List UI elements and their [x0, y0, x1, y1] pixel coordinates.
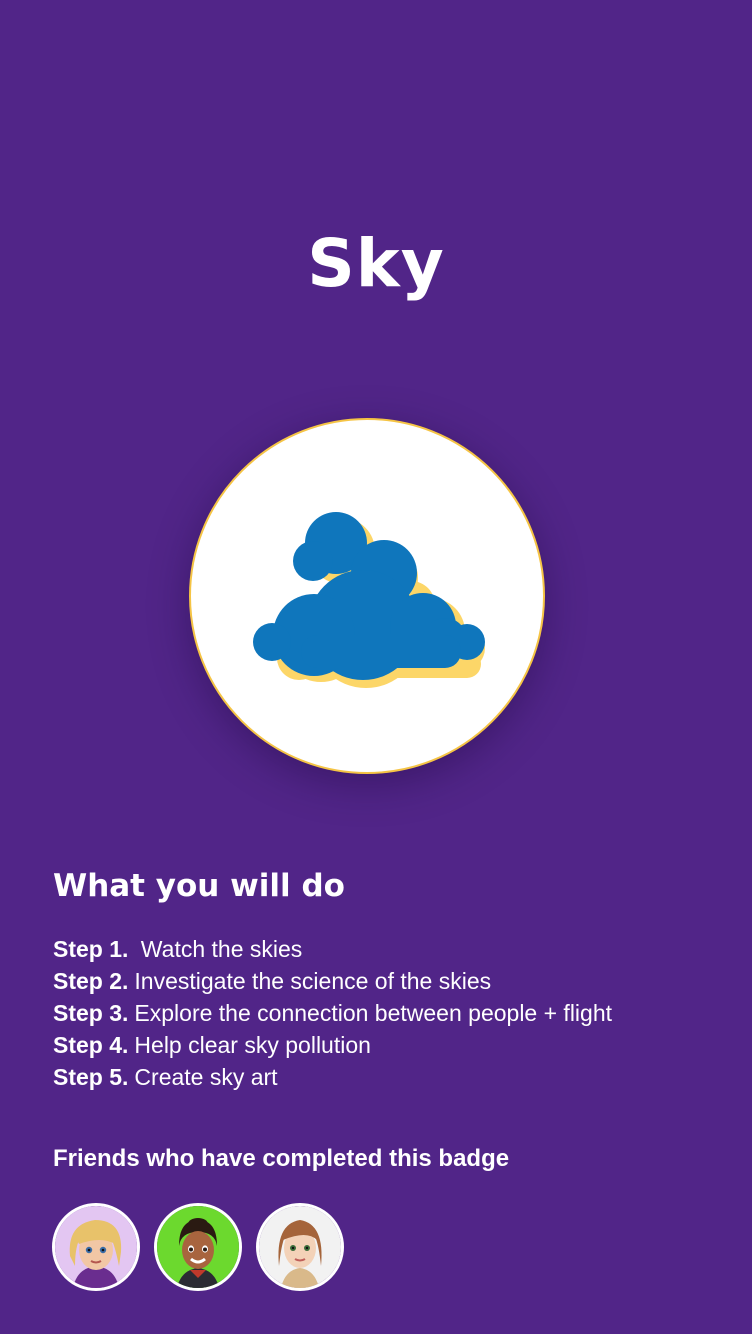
step-label: Step 5.	[53, 1064, 129, 1090]
step-item: Step 2. Investigate the science of the sk…	[53, 965, 612, 997]
friends-avatar-row	[52, 1203, 344, 1291]
steps-list: Step 1. Watch the skies Step 2. Investiga…	[53, 933, 612, 1093]
auburn-hair-girl-avatar-icon	[259, 1206, 341, 1288]
step-item: Step 3. Explore the connection between pe…	[53, 997, 612, 1029]
step-label: Step 4.	[53, 1032, 129, 1058]
step-text: Help clear sky pollution	[134, 1032, 371, 1058]
step-item: Step 5. Create sky art	[53, 1061, 612, 1093]
friend-avatar[interactable]	[154, 1203, 242, 1291]
step-label: Step 1.	[53, 936, 129, 962]
badge-emblem	[189, 418, 545, 774]
step-text: Watch the skies	[134, 936, 303, 962]
friend-avatar[interactable]	[52, 1203, 140, 1291]
step-item: Step 4. Help clear sky pollution	[53, 1029, 612, 1061]
blonde-girl-avatar-icon	[55, 1206, 137, 1288]
friends-heading: Friends who have completed this badge	[53, 1145, 510, 1172]
step-text: Create sky art	[134, 1064, 278, 1090]
step-text: Investigate the science of the skies	[134, 968, 492, 994]
step-label: Step 2.	[53, 968, 129, 994]
cloud-icon	[253, 512, 485, 688]
badge-title: Sky	[307, 225, 445, 302]
friend-avatar[interactable]	[256, 1203, 344, 1291]
step-text: Explore the connection between people + …	[134, 1000, 613, 1026]
step-label: Step 3.	[53, 1000, 129, 1026]
step-item: Step 1. Watch the skies	[53, 933, 612, 965]
dark-hair-girl-avatar-icon	[157, 1206, 239, 1288]
what-you-will-do-heading: What you will do	[53, 868, 345, 904]
